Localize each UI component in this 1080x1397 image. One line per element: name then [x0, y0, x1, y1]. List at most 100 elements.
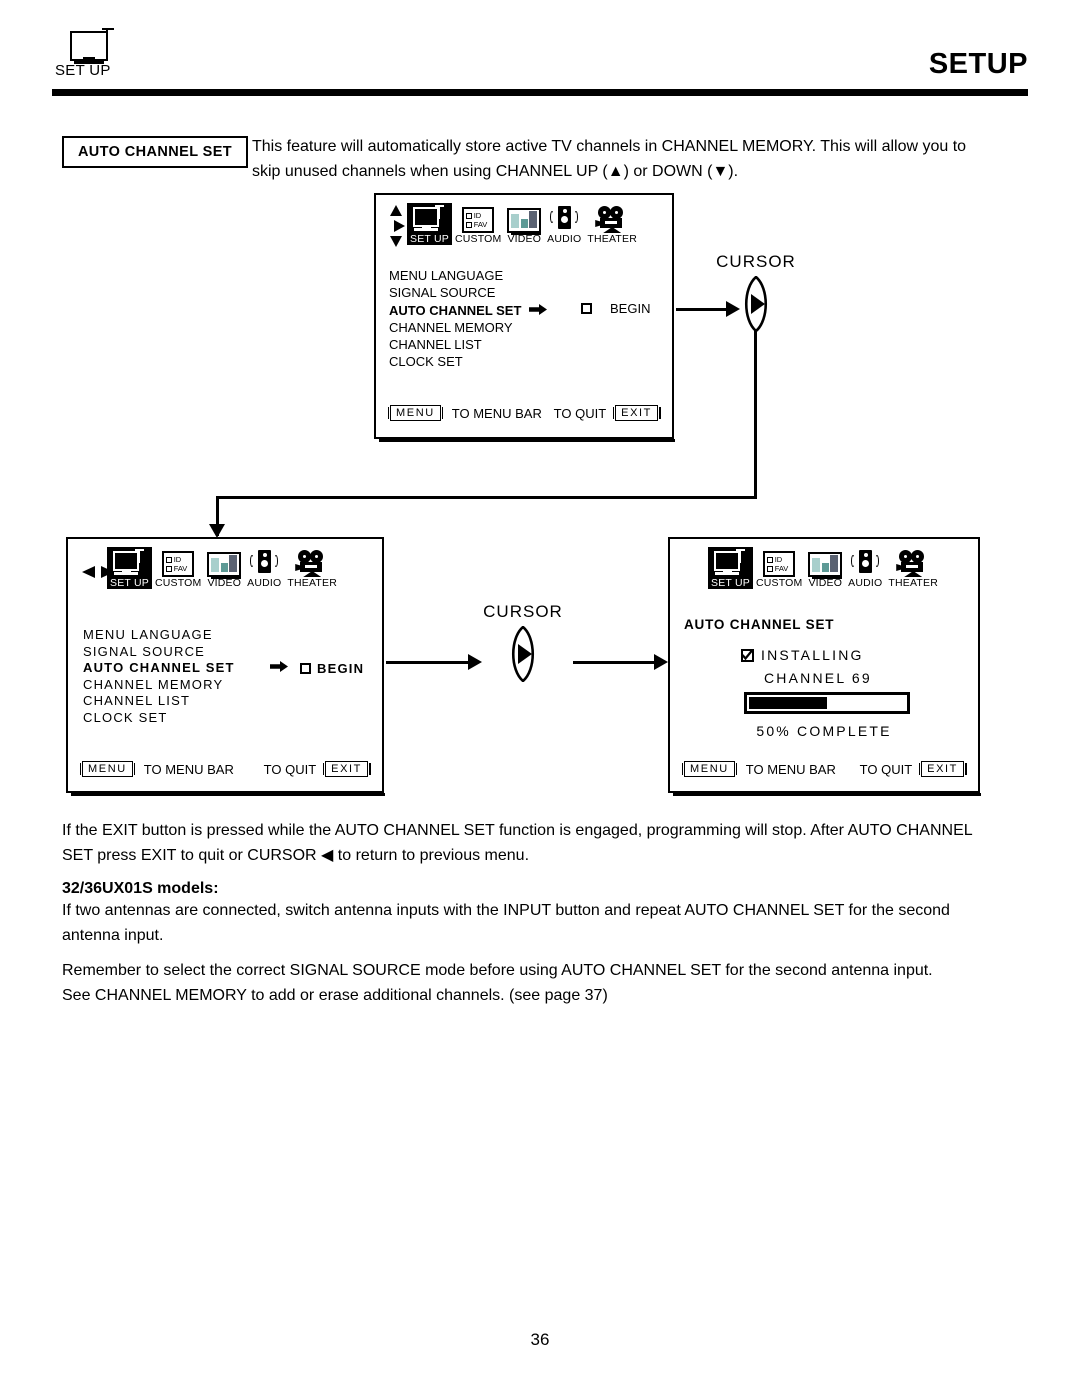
osd-footer: MENU TO MENU BAR TO QUIT EXIT — [68, 761, 382, 777]
menu-key-button[interactable]: MENU — [387, 405, 444, 421]
menu-bar-label-audio: AUDIO — [247, 577, 282, 589]
panel-shadow — [673, 793, 981, 796]
menu-key-button[interactable]: MENU — [79, 761, 136, 777]
menu-item-auto-channel-set[interactable]: AUTO CHANNEL SET — [389, 302, 548, 319]
connector-p2-cursor2 — [386, 661, 472, 664]
menu-key-button[interactable]: MENU — [681, 761, 738, 777]
menu-bar-item-video[interactable]: VIDEO — [504, 203, 544, 245]
movie-camera-icon — [595, 203, 629, 233]
menu-bar-label-theater: THEATER — [888, 577, 939, 589]
panel-shadow — [71, 793, 385, 796]
menu-item-channel-memory[interactable]: CHANNEL MEMORY — [389, 319, 547, 336]
page-header: SET UP SETUP — [0, 0, 1080, 100]
menu-item-clock-set[interactable]: CLOCK SET — [389, 353, 547, 370]
video-bars-icon — [507, 203, 542, 235]
note-line-1: If the EXIT button is pressed while the … — [62, 822, 973, 839]
note-line-1: Remember to select the correct SIGNAL SO… — [62, 962, 933, 979]
note-signal-source-paragraph: Remember to select the correct SIGNAL SO… — [62, 958, 1014, 1008]
begin-control[interactable]: BEGIN — [581, 301, 650, 316]
osd-footer: MENU TO MENU BAR TO QUIT EXIT — [670, 761, 978, 777]
menu-bar-label-theater: THEATER — [587, 233, 638, 245]
menu-bar-label-custom: CUSTOM — [755, 577, 803, 589]
begin-label: BEGIN — [317, 660, 365, 676]
menu-item-menu-language[interactable]: MENU LANGUAGE — [83, 627, 235, 644]
connector-arrowhead — [726, 301, 740, 317]
id-fav-icon: ID FAV — [763, 547, 796, 577]
menu-bar-item-setup[interactable]: SET UP — [107, 547, 152, 589]
cursor-right-button[interactable] — [502, 626, 544, 682]
menu-bar-item-custom[interactable]: ID FAV CUSTOM — [753, 547, 806, 589]
menu-item-channel-list[interactable]: CHANNEL LIST — [83, 693, 235, 710]
id-fav-icon: ID FAV — [462, 203, 495, 233]
menu-bar-item-video[interactable]: VIDEO — [805, 547, 845, 589]
right-arrow-icon — [529, 302, 548, 319]
begin-checkbox[interactable] — [581, 303, 592, 314]
menu-item-channel-list[interactable]: CHANNEL LIST — [389, 336, 547, 353]
osd-menu-bar: SET UP ID FAV CUSTOM VIDEO AUDIO THEATER — [708, 547, 941, 589]
header-divider — [52, 89, 1028, 96]
setup-menu-list: MENU LANGUAGE SIGNAL SOURCE AUTO CHANNEL… — [83, 627, 235, 726]
quit-hint-text: TO QUIT — [859, 761, 913, 777]
progress-bar-fill — [749, 697, 827, 709]
menu-item-signal-source[interactable]: SIGNAL SOURCE — [83, 644, 235, 661]
menu-bar-item-theater[interactable]: THEATER — [284, 547, 340, 589]
menu-bar-label-custom: CUSTOM — [454, 233, 502, 245]
exit-key-button[interactable]: EXIT — [612, 405, 661, 421]
osd-panel-installing-progress: SET UP IDFAV CUSTOM VIDEO AUDIO THEATER — [668, 537, 981, 796]
menu-hint-text: TO MENU BAR — [745, 761, 836, 777]
menu-bar-label-setup: SET UP — [110, 577, 149, 589]
exit-key-button[interactable]: EXIT — [918, 761, 967, 777]
exit-key-button[interactable]: EXIT — [322, 761, 371, 777]
movie-camera-icon — [295, 547, 329, 577]
note-line-2: SET press EXIT to quit or CURSOR ◀ to re… — [62, 847, 530, 864]
menu-bar-item-setup[interactable]: SET UP — [708, 547, 753, 589]
page-number: 36 — [530, 1330, 550, 1349]
menu-item-signal-source[interactable]: SIGNAL SOURCE — [389, 284, 547, 301]
begin-checkbox[interactable] — [300, 662, 311, 674]
osd-panel-setup-menu: SET UP IDFAV CUSTOM VIDEO AUDIO THEATER — [374, 193, 675, 442]
note-line-2: antenna input. — [62, 927, 164, 944]
panel-shadow — [379, 439, 675, 442]
cursor-label: CURSOR — [716, 252, 796, 271]
connector-cursor2-p3 — [573, 661, 663, 664]
page-title: SETUP — [928, 48, 1028, 80]
menu-bar-item-video[interactable]: VIDEO — [204, 547, 244, 589]
menu-bar-label-audio: AUDIO — [848, 577, 883, 589]
connector-p1-cursor1 — [676, 308, 730, 311]
note-line-2: See CHANNEL MEMORY to add or erase addit… — [62, 987, 608, 1004]
cursor-label: CURSOR — [483, 602, 563, 621]
menu-item-channel-memory[interactable]: CHANNEL MEMORY — [83, 677, 235, 694]
tv-antenna-icon — [409, 203, 449, 233]
tv-antenna-icon — [109, 547, 149, 577]
speaker-icon — [249, 547, 279, 577]
tv-antenna-icon — [70, 28, 116, 66]
movie-camera-icon — [896, 547, 930, 577]
progress-bar — [744, 692, 910, 714]
menu-bar-item-audio[interactable]: AUDIO — [845, 547, 885, 589]
menu-item-menu-language[interactable]: MENU LANGUAGE — [389, 267, 547, 284]
cursor-widget-1: CURSOR — [706, 252, 806, 332]
cursor-widget-2: CURSOR — [473, 602, 573, 682]
menu-bar-item-audio[interactable]: AUDIO — [244, 547, 284, 589]
panel-title-auto-channel-set: AUTO CHANNEL SET — [684, 617, 835, 632]
menu-bar-item-custom[interactable]: ID FAV CUSTOM — [152, 547, 205, 589]
osd-menu-bar: SET UP ID FAV CUSTOM VIDEO AUDIO THEATER — [407, 203, 640, 245]
tv-antenna-icon — [710, 547, 750, 577]
cursor-right-button[interactable] — [735, 276, 777, 332]
menu-bar-label-setup: SET UP — [410, 233, 449, 245]
menu-bar-label-custom: CUSTOM — [154, 577, 202, 589]
menu-bar-item-custom[interactable]: ID FAV CUSTOM — [452, 203, 505, 245]
feature-name-box: AUTO CHANNEL SET — [62, 136, 248, 168]
menu-item-auto-channel-set[interactable]: AUTO CHANNEL SET — [83, 660, 235, 677]
quit-hint-text: TO QUIT — [553, 405, 607, 421]
menu-bar-item-audio[interactable]: AUDIO — [544, 203, 584, 245]
intro-text: This feature will automatically store ac… — [252, 134, 1004, 184]
menu-bar-item-setup[interactable]: SET UP — [407, 203, 452, 245]
menu-bar-label-theater: THEATER — [287, 577, 338, 589]
begin-control[interactable]: BEGIN — [270, 659, 364, 677]
menu-bar-item-theater[interactable]: THEATER — [885, 547, 941, 589]
menu-bar-item-theater[interactable]: THEATER — [584, 203, 640, 245]
right-arrow-icon — [270, 659, 288, 677]
menu-item-label: AUTO CHANNEL SET — [389, 302, 522, 318]
menu-item-clock-set[interactable]: CLOCK SET — [83, 710, 235, 727]
